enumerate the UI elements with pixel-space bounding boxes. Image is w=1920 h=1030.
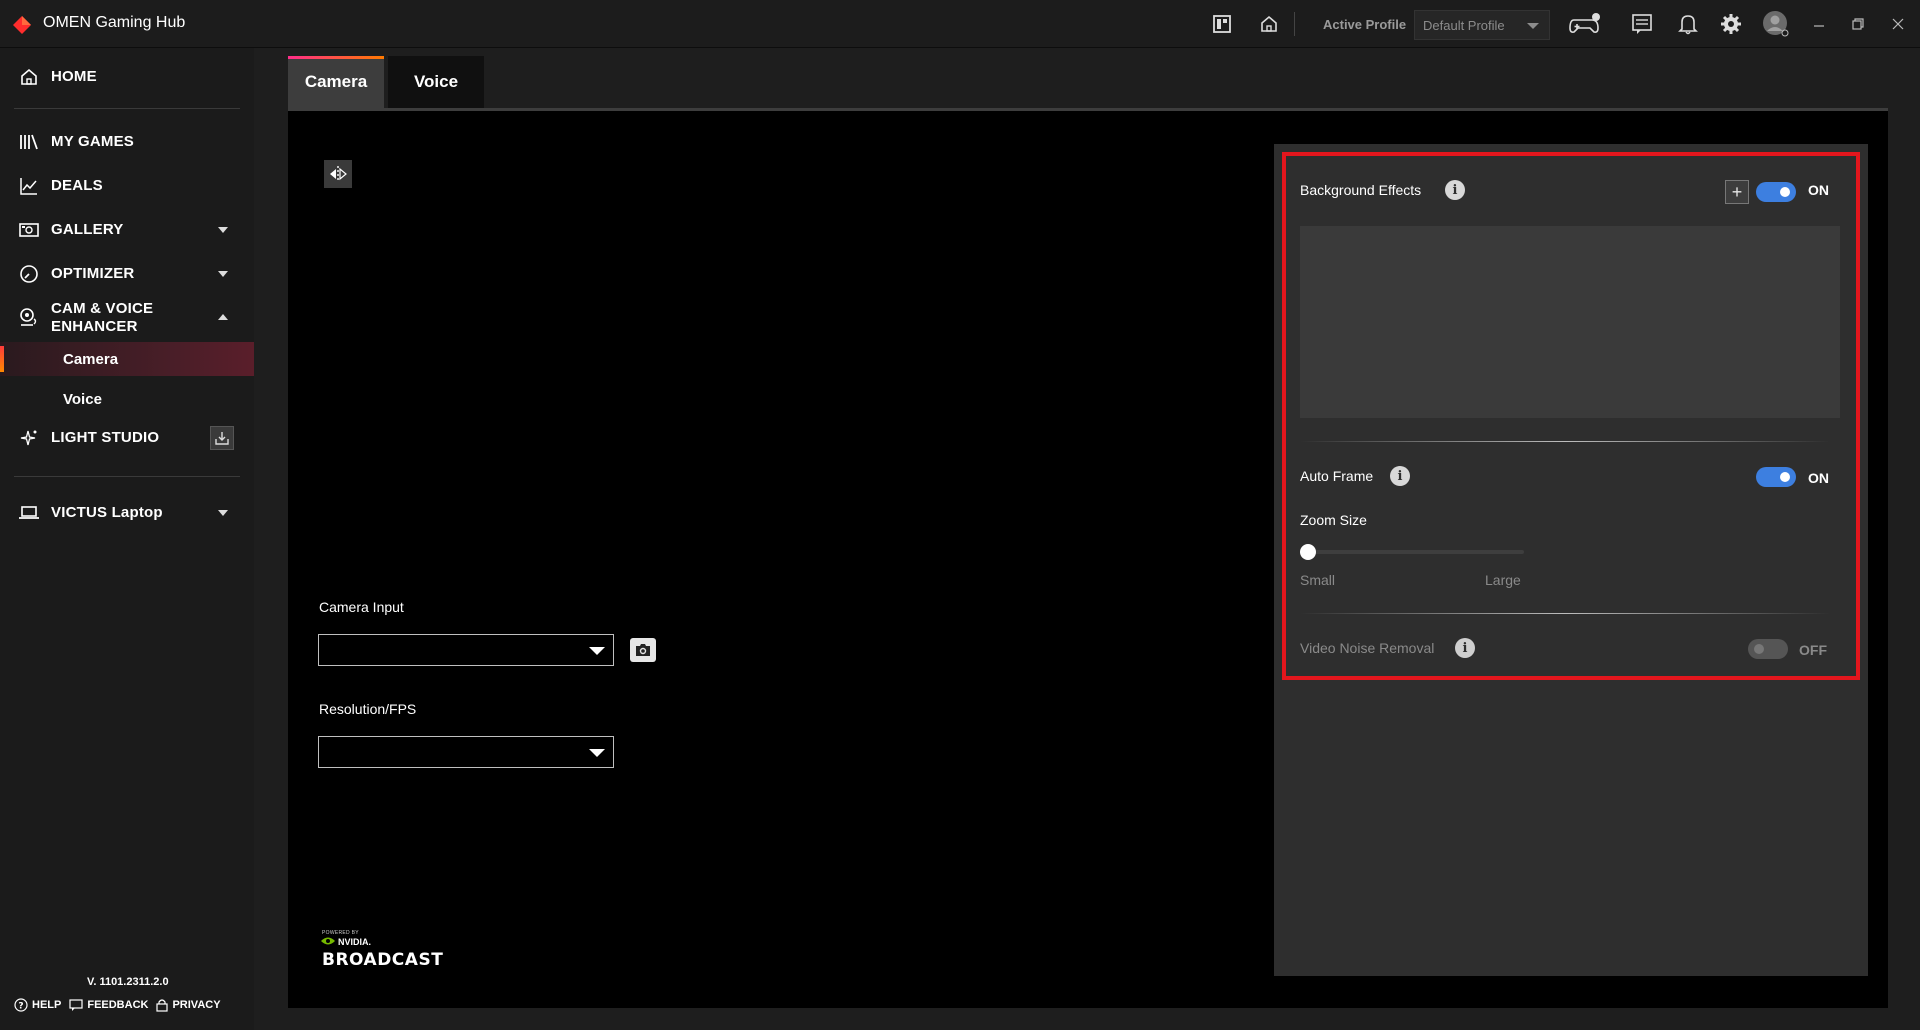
sidebar-item-label: DEALS <box>51 177 103 194</box>
sidebar-subitem-label: Voice <box>63 391 102 408</box>
home-icon <box>18 66 40 88</box>
sidebar-item-victus-laptop[interactable]: VICTUS Laptop <box>0 501 254 525</box>
app-version: V. 1101.2311.2.0 <box>87 976 169 988</box>
sidebar-item-label: VICTUS Laptop <box>51 504 163 521</box>
camera-icon <box>636 644 650 656</box>
gauge-icon <box>18 263 40 285</box>
gamepad-icon[interactable] <box>1568 12 1602 36</box>
mirror-button[interactable] <box>324 160 352 188</box>
sidebar-subitem-voice[interactable]: Voice <box>0 382 254 416</box>
highlight-box <box>1282 152 1860 680</box>
feedback-icon <box>69 999 83 1011</box>
sidebar-subitem-camera[interactable]: Camera <box>0 342 254 376</box>
restore-button[interactable] <box>1846 12 1870 36</box>
nvidia-broadcast-logo: POWERED BY NVIDIA. BROADCAST <box>320 930 444 974</box>
chevron-down-icon <box>218 271 228 277</box>
tab-voice[interactable]: Voice <box>388 56 484 108</box>
sidebar-item-label: OPTIMIZER <box>51 265 135 282</box>
sidebar-item-gallery[interactable]: GALLERY <box>0 218 254 242</box>
privacy-label: PRIVACY <box>172 999 221 1011</box>
mirror-icon <box>330 166 347 182</box>
sidebar-item-label: LIGHT STUDIO <box>51 429 160 446</box>
gallery-icon <box>18 219 40 241</box>
sidebar-item-cam-voice-enhancer[interactable]: CAM & VOICE ENHANCER <box>0 298 254 338</box>
resolution-select[interactable] <box>318 736 614 768</box>
camera-input-label: Camera Input <box>319 599 404 615</box>
sparkle-icon <box>18 427 40 449</box>
profile-select[interactable]: Default Profile <box>1414 10 1550 40</box>
avatar[interactable] <box>1762 10 1790 38</box>
nvidia-eye-icon <box>321 937 335 945</box>
gear-icon[interactable] <box>1719 12 1743 36</box>
laptop-icon <box>18 502 40 524</box>
news-icon[interactable] <box>1630 12 1654 36</box>
active-profile-label: Active Profile <box>1323 17 1407 32</box>
help-label: HELP <box>32 999 62 1011</box>
profile-value: Default Profile <box>1423 18 1505 33</box>
camera-settings-button[interactable] <box>630 638 656 662</box>
sidebar-item-deals[interactable]: DEALS <box>0 174 254 198</box>
sidebar-item-label: HOME <box>51 68 97 85</box>
dashboard-icon[interactable] <box>1210 12 1234 36</box>
chevron-down-icon <box>1527 23 1539 29</box>
download-icon[interactable] <box>210 426 234 450</box>
chevron-down-icon <box>218 227 228 233</box>
tab-camera[interactable]: Camera <box>288 56 384 108</box>
broadcast-label: BROADCAST <box>322 950 444 970</box>
lock-icon <box>156 999 169 1012</box>
sidebar-item-my-games[interactable]: MY GAMES <box>0 130 254 154</box>
home-icon[interactable] <box>1257 12 1281 36</box>
close-button[interactable] <box>1886 12 1910 36</box>
footer-links: ? HELP FEEDBACK PRIVACY <box>14 998 221 1012</box>
svg-text:?: ? <box>18 1002 23 1012</box>
tab-bar: Camera Voice <box>288 56 484 108</box>
library-icon <box>18 131 40 153</box>
chevron-down-icon <box>589 749 605 757</box>
divider <box>14 476 240 477</box>
divider <box>14 108 240 109</box>
sidebar-item-label: GALLERY <box>51 221 124 238</box>
chart-icon <box>18 175 40 197</box>
feedback-link[interactable]: FEEDBACK <box>69 998 148 1012</box>
tab-label: Voice <box>413 72 459 91</box>
chevron-down-icon <box>589 647 605 655</box>
privacy-link[interactable]: PRIVACY <box>156 998 221 1012</box>
resolution-label: Resolution/FPS <box>319 701 417 717</box>
sidebar-subitem-label: Camera <box>63 351 119 368</box>
chevron-up-icon <box>218 314 228 320</box>
sidebar-item-home[interactable]: HOME <box>0 65 254 89</box>
title-separator <box>1294 12 1295 36</box>
help-link[interactable]: ? HELP <box>14 998 61 1012</box>
nvidia-brand-label: NVIDIA. <box>338 937 372 947</box>
sidebar-item-label: CAM & VOICE <box>51 300 154 317</box>
title-bar: OMEN Gaming Hub Active Profile Default P… <box>0 0 1920 48</box>
tab-label: Camera <box>304 72 368 91</box>
help-icon: ? <box>14 998 28 1012</box>
feedback-label: FEEDBACK <box>87 999 149 1011</box>
sidebar: HOME MY GAMES DEALS GALLERY OPTIMIZER CA… <box>0 48 254 1030</box>
sidebar-item-label: MY GAMES <box>51 133 135 150</box>
bell-icon[interactable] <box>1676 12 1700 36</box>
sidebar-item-optimizer[interactable]: OPTIMIZER <box>0 262 254 286</box>
sidebar-item-light-studio[interactable]: LIGHT STUDIO <box>0 426 254 450</box>
sidebar-item-label-line2: ENHANCER <box>51 318 138 335</box>
chevron-down-icon <box>218 510 228 516</box>
app-title: OMEN Gaming Hub <box>43 14 186 31</box>
minimize-button[interactable] <box>1807 12 1831 36</box>
omen-logo-icon <box>13 16 31 34</box>
webcam-icon <box>18 307 40 329</box>
camera-input-select[interactable] <box>318 634 614 666</box>
